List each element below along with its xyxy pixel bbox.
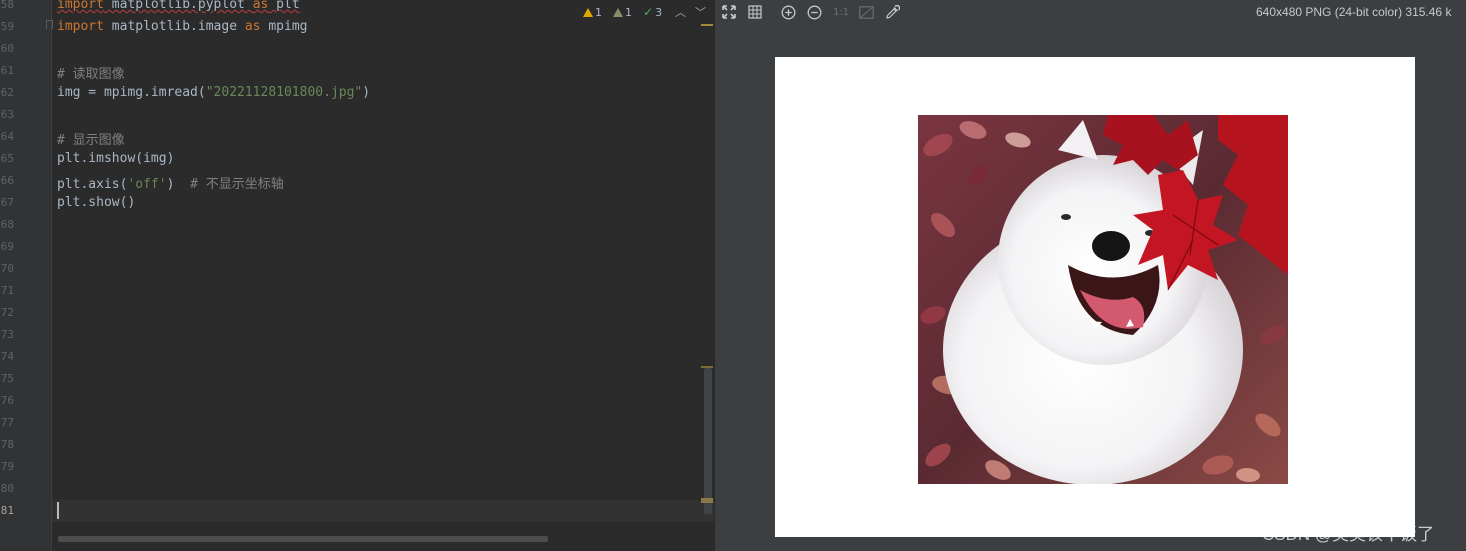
error-stripe-marker[interactable] [701, 498, 713, 503]
code-line[interactable]: import matplotlib.pyplot as plt [57, 0, 300, 12]
line-number: 64 [0, 130, 14, 143]
photo-image [918, 115, 1288, 484]
grid-icon [748, 5, 762, 19]
line-number: 79 [0, 460, 14, 473]
zoom-in-button[interactable] [780, 4, 796, 20]
code-editor[interactable]: 58 59 60 61 62 63 64 65 66 67 68 69 70 7… [0, 0, 714, 551]
line-number: 63 [0, 108, 14, 121]
line-number: 77 [0, 416, 14, 429]
code-line[interactable]: plt.show() [57, 195, 135, 210]
code-text: plt [268, 0, 300, 12]
typo-check-icon: ✓ [643, 5, 654, 19]
keyword: import [57, 0, 104, 12]
csdn-watermark: CSDN @昊昊该干饭了 [1262, 525, 1435, 544]
chevron-down-icon: ﹀ [695, 6, 706, 19]
code-comment[interactable]: # 读取图像 [57, 63, 125, 82]
code-text: matplotlib.pyplot [103, 0, 253, 12]
actual-size-button[interactable]: 1:1 [832, 4, 850, 20]
weak-warnings-indicator[interactable]: 1 [613, 4, 632, 20]
line-number-current: 81 [0, 504, 14, 517]
pane-divider[interactable] [714, 0, 715, 551]
zoom-out-button[interactable] [806, 4, 822, 20]
line-number: 66 [0, 174, 14, 187]
code-line[interactable]: img = mpimg.imread("20221128101800.jpg") [57, 85, 370, 100]
code-line[interactable]: import matplotlib.image as mpimg [57, 19, 307, 34]
code-text: ) [362, 85, 371, 100]
line-number: 65 [0, 152, 14, 165]
code-line[interactable]: plt.imshow(img) [57, 151, 174, 166]
keyword: as [252, 0, 269, 12]
line-number: 78 [0, 438, 14, 451]
string-literal: 'off' [127, 177, 167, 192]
line-number: 80 [0, 482, 14, 495]
line-number: 67 [0, 196, 14, 209]
warning-icon [583, 7, 593, 17]
weak-warning-icon [613, 7, 623, 17]
weak-warnings-count: 1 [625, 5, 632, 19]
code-text: mpimg [260, 19, 308, 34]
gutter-divider [51, 0, 52, 551]
warnings-count: 1 [595, 5, 602, 19]
keyword: import [57, 19, 104, 34]
current-line-highlight [52, 500, 714, 522]
image-info-label: 640x480 PNG (24-bit color) 315.46 k [1256, 5, 1452, 19]
line-number: 76 [0, 394, 14, 407]
typos-count: 3 [655, 5, 663, 19]
zoom-out-icon [807, 5, 821, 19]
previous-highlight-button[interactable]: ︿ [675, 4, 686, 20]
toggle-grid-button[interactable] [747, 4, 763, 20]
keyword: as [244, 19, 261, 34]
zoom-in-icon [781, 5, 795, 19]
error-stripe-marker[interactable] [701, 24, 713, 26]
inline-comment: # 不显示坐标轴 [190, 177, 284, 192]
typos-indicator[interactable]: ✓ 3 [643, 4, 662, 20]
fit-zoom-button[interactable] [721, 4, 737, 20]
text-caret [57, 502, 59, 519]
code-text: matplotlib.image [103, 19, 245, 34]
line-number: 69 [0, 240, 14, 253]
line-number: 75 [0, 372, 14, 385]
background-toggle-button[interactable] [858, 4, 874, 20]
line-number: 59 [0, 20, 14, 33]
line-number: 61 [0, 64, 14, 77]
code-text: plt.axis( [57, 177, 128, 192]
warnings-indicator[interactable]: 1 [583, 4, 602, 20]
next-highlight-button[interactable]: ﹀ [695, 4, 706, 20]
eyedropper-icon [885, 4, 900, 19]
line-number: 72 [0, 306, 14, 319]
line-number: 58 [0, 0, 14, 11]
background-icon [858, 5, 874, 19]
fold-marker-icon[interactable] [46, 20, 53, 29]
chevron-up-icon: ︿ [675, 6, 686, 19]
dog-photo [918, 115, 1288, 484]
code-comment[interactable]: # 显示图像 [57, 129, 125, 148]
string-literal: "20221128101800.jpg" [205, 85, 363, 100]
vertical-scrollbar[interactable] [704, 368, 712, 514]
line-number: 73 [0, 328, 14, 341]
line-number: 60 [0, 42, 14, 55]
code-line[interactable]: plt.axis('off') # 不显示坐标轴 [57, 173, 284, 192]
line-number: 68 [0, 218, 14, 231]
code-text: img = mpimg.imread( [57, 85, 206, 100]
code-text: ) [166, 177, 191, 192]
line-number: 62 [0, 86, 14, 99]
line-number: 71 [0, 284, 14, 297]
expand-icon [722, 5, 736, 19]
horizontal-scrollbar[interactable] [58, 536, 548, 542]
line-number: 74 [0, 350, 14, 363]
line-number: 70 [0, 262, 14, 275]
color-picker-button[interactable] [884, 4, 900, 20]
